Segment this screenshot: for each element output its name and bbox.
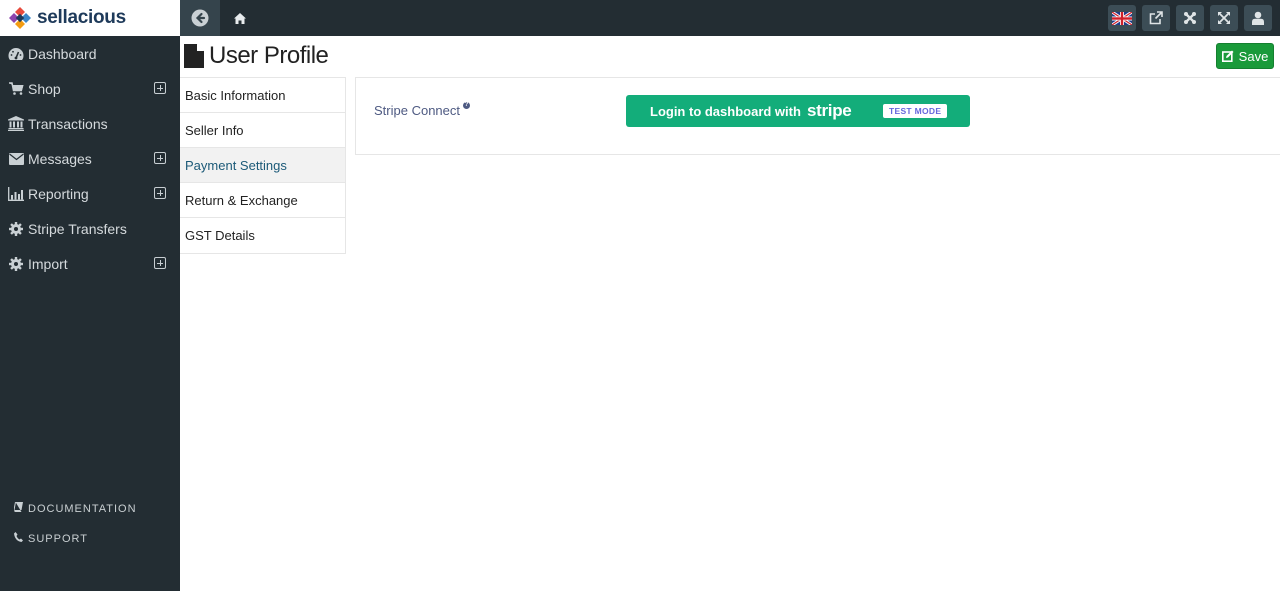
profile-tabs: Basic Information Seller Info Payment Se… <box>180 77 346 254</box>
dashboard-icon <box>8 46 24 62</box>
stripe-connect-label: Stripe Connect <box>374 103 460 118</box>
joomla-button[interactable] <box>1176 5 1204 31</box>
support-label: SUPPORT <box>28 532 88 545</box>
tab-basic-information[interactable]: Basic Information <box>180 78 345 113</box>
book-icon <box>13 501 23 515</box>
sidebar-item-label: Reporting <box>28 185 89 202</box>
file-icon <box>184 44 204 68</box>
test-mode-badge: TEST MODE <box>883 104 948 118</box>
sidebar-item-label: Import <box>28 255 68 272</box>
expand-plus-icon[interactable] <box>154 152 166 164</box>
bank-icon <box>8 116 24 132</box>
bar-chart-icon <box>8 186 24 202</box>
user-menu-button[interactable] <box>1244 5 1272 31</box>
stripe-connect-label-group: Stripe Connect ? <box>374 102 470 118</box>
edit-icon <box>1221 50 1234 62</box>
gear-icon <box>8 256 24 272</box>
cart-icon <box>8 81 24 97</box>
user-icon <box>1252 11 1264 25</box>
sidebar-item-label: Messages <box>28 150 92 167</box>
support-link[interactable]: SUPPORT <box>14 532 88 545</box>
stripe-logo: stripe <box>806 101 852 120</box>
sidebar-item-dashboard[interactable]: Dashboard <box>0 36 180 71</box>
tab-return-exchange[interactable]: Return & Exchange <box>180 183 345 218</box>
sidebar-item-shop[interactable]: Shop <box>0 71 180 106</box>
sidebar-item-label: Transactions <box>28 115 108 132</box>
sidebar: Dashboard Shop Transactions Messages Rep… <box>0 36 180 591</box>
top-bar: sellacious <box>0 0 1280 36</box>
documentation-label: DOCUMENTATION <box>28 502 137 515</box>
documentation-link[interactable]: DOCUMENTATION <box>13 501 137 515</box>
external-link-icon <box>1149 11 1163 25</box>
sidebar-item-label: Stripe Transfers <box>28 220 127 237</box>
envelope-icon <box>8 151 24 167</box>
sellacious-logo-icon <box>9 7 31 29</box>
tab-gst-details[interactable]: GST Details <box>180 218 345 253</box>
back-button[interactable] <box>180 0 220 36</box>
sidebar-item-label: Shop <box>28 80 61 97</box>
fullscreen-button[interactable] <box>1210 5 1238 31</box>
sidebar-item-import[interactable]: Import <box>0 246 180 281</box>
sidebar-item-reporting[interactable]: Reporting <box>0 176 180 211</box>
uk-flag-icon <box>1112 11 1132 25</box>
page-title: User Profile <box>209 42 329 69</box>
language-button[interactable] <box>1108 5 1136 31</box>
joomla-icon <box>1184 12 1196 24</box>
expand-plus-icon[interactable] <box>154 82 166 94</box>
brand-name: sellacious <box>37 7 126 28</box>
gear-icon <box>8 221 24 237</box>
phone-icon <box>14 532 23 545</box>
expand-icon <box>1218 12 1230 24</box>
help-icon[interactable]: ? <box>463 102 470 109</box>
sidebar-item-stripe-transfers[interactable]: Stripe Transfers <box>0 211 180 246</box>
save-button[interactable]: Save <box>1216 43 1274 69</box>
brand-logo[interactable]: sellacious <box>0 0 180 36</box>
payment-settings-panel: Stripe Connect ? Login to dashboard with… <box>355 77 1280 155</box>
expand-plus-icon[interactable] <box>154 257 166 269</box>
open-site-button[interactable] <box>1142 5 1170 31</box>
sidebar-item-transactions[interactable]: Transactions <box>0 106 180 141</box>
home-icon <box>234 12 246 24</box>
sidebar-item-label: Dashboard <box>28 45 97 62</box>
home-button[interactable] <box>220 0 260 36</box>
page-header: User Profile <box>184 42 329 70</box>
tab-seller-info[interactable]: Seller Info <box>180 113 345 148</box>
expand-plus-icon[interactable] <box>154 187 166 199</box>
stripe-login-button[interactable]: Login to dashboard with stripe TEST MODE <box>626 95 970 127</box>
sidebar-item-messages[interactable]: Messages <box>0 141 180 176</box>
tab-payment-settings[interactable]: Payment Settings <box>180 148 345 183</box>
arrow-circle-left-icon <box>191 9 209 27</box>
stripe-button-label: Login to dashboard with <box>650 103 801 119</box>
save-label: Save <box>1238 48 1269 64</box>
toolbar-icons <box>1108 5 1272 31</box>
